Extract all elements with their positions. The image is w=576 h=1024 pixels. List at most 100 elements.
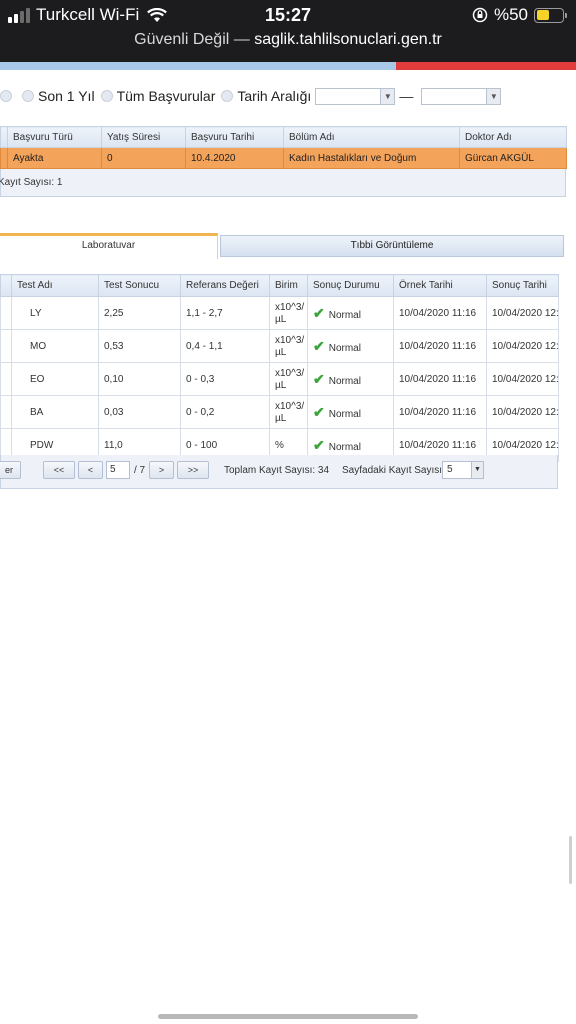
status-text: Normal — [328, 309, 361, 321]
chevron-down-icon: ▼ — [486, 88, 501, 104]
cell-unit: x10^3/ µL — [269, 329, 308, 363]
check-icon: ✔ — [313, 370, 325, 387]
pagination-bar: er << < 5 / 7 > >> Toplam Kayıt Sayısı: … — [0, 455, 558, 489]
cell-application-type: Ayakta — [7, 147, 102, 169]
cell-result-date: 10/04/2020 12: — [486, 329, 559, 363]
header-test-name[interactable]: Test Adı — [11, 274, 99, 297]
header-unit[interactable]: Birim — [269, 274, 308, 297]
per-page-select[interactable]: 5 ▼ — [442, 461, 484, 479]
cell-sample-date: 10/04/2020 11:16 — [393, 329, 487, 363]
header-department[interactable]: Bölüm Adı — [283, 126, 460, 148]
cell-unit: x10^3/ µL — [269, 362, 308, 396]
row-cell-clipped — [0, 395, 12, 429]
cell-result-status: ✔ Normal — [307, 362, 394, 396]
cell-test-result: 2,25 — [98, 296, 181, 330]
header-result-date[interactable]: Sonuç Tarihi — [486, 274, 559, 297]
cell-reference-value: 1,1 - 2,7 — [180, 296, 270, 330]
cell-doctor: Gürcan AKGÜL — [459, 147, 567, 169]
header-result-status[interactable]: Sonuç Durumu — [307, 274, 394, 297]
cell-result-status: ✔ Normal — [307, 296, 394, 330]
table-row[interactable]: LY 2,25 1,1 - 2,7 x10^3/ µL ✔ Normal 10/0… — [0, 296, 559, 330]
total-pages: / 7 — [134, 465, 146, 476]
date-filter-bar: Son 1 Yıl Tüm Başvurular Tarih Aralığı ▼… — [0, 86, 502, 106]
header-red-button[interactable] — [396, 62, 576, 70]
result-tabs: Laboratuvar Tıbbi Görüntüleme — [0, 233, 566, 259]
tab-laboratory[interactable]: Laboratuvar — [0, 233, 218, 259]
orientation-lock-icon — [472, 7, 488, 23]
check-icon: ✔ — [313, 436, 325, 453]
per-page-value: 5 — [447, 464, 453, 475]
radio-all-applications[interactable] — [100, 90, 113, 102]
first-page-button[interactable]: << — [43, 461, 75, 479]
battery-percent: %50 — [493, 5, 528, 24]
check-icon: ✔ — [313, 337, 325, 354]
row-cell-clipped — [0, 329, 12, 363]
radio-date-range[interactable] — [221, 90, 234, 102]
cell-reference-value: 0 - 0,2 — [180, 395, 270, 429]
cell-test-name: MO — [11, 329, 99, 363]
per-page-label: Sayfadaki Kayıt Sayısı — [342, 465, 443, 476]
next-page-button[interactable]: > — [149, 461, 174, 479]
table-row[interactable]: MO 0,53 0,4 - 1,1 x10^3/ µL ✔ Normal 10/0… — [0, 329, 559, 363]
status-text: Normal — [328, 375, 361, 387]
radio-hidden[interactable] — [0, 90, 12, 102]
chevron-down-icon: ▼ — [471, 462, 483, 478]
check-icon: ✔ — [313, 403, 325, 420]
applications-footer: Kayıt Sayısı: 1 — [0, 169, 566, 197]
cell-department: Kadın Hastalıkları ve Doğum — [283, 147, 460, 169]
url-bar[interactable]: Güvenli Değil — saglik.tahlilsonuclari.g… — [0, 31, 576, 49]
table-row[interactable]: BA 0,03 0 - 0,2 x10^3/ µL ✔ Normal 10/04/… — [0, 395, 559, 429]
check-icon: ✔ — [313, 304, 325, 321]
cell-result-date: 10/04/2020 12: — [486, 362, 559, 396]
cell-reference-value: 0 - 0,3 — [180, 362, 270, 396]
header-reference-value[interactable]: Referans Değeri — [180, 274, 270, 297]
header-application-date[interactable]: Başvuru Tarihi — [185, 126, 284, 148]
clipped-left-button[interactable]: er — [0, 461, 21, 479]
lab-results-grid: Test Adı Test Sonucu Referans Değeri Bir… — [0, 274, 559, 462]
start-date-select[interactable]: ▼ — [315, 87, 396, 105]
cell-sample-date: 10/04/2020 11:16 — [393, 362, 487, 396]
cell-application-date: 10.4.2020 — [185, 147, 284, 169]
header-sample-date[interactable]: Örnek Tarihi — [393, 274, 487, 297]
header-stay-duration[interactable]: Yatış Süresi — [101, 126, 186, 148]
cell-test-result: 0,53 — [98, 329, 181, 363]
table-row[interactable]: Ayakta 0 10.4.2020 Kadın Hastalıkları ve… — [0, 147, 567, 169]
radio-label-date-range: Tarih Aralığı — [237, 88, 312, 104]
cell-unit: x10^3/ µL — [269, 296, 308, 330]
cell-reference-value: 0,4 - 1,1 — [180, 329, 270, 363]
status-text: Normal — [328, 408, 361, 420]
cell-result-status: ✔ Normal — [307, 395, 394, 429]
page-number-input[interactable]: 5 — [106, 461, 130, 479]
header-application-type[interactable]: Başvuru Türü — [7, 126, 102, 148]
header-cell-clipped — [0, 274, 12, 297]
record-count: Kayıt Sayısı: 1 — [0, 177, 63, 188]
vertical-scrollbar[interactable] — [569, 836, 572, 884]
header-doctor[interactable]: Doktor Adı — [459, 126, 567, 148]
header-test-result[interactable]: Test Sonucu — [98, 274, 181, 297]
cell-result-status: ✔ Normal — [307, 329, 394, 363]
row-cell-clipped — [0, 147, 8, 169]
cell-test-name: BA — [11, 395, 99, 429]
url-domain: saglik.tahlilsonuclari.gen.tr — [254, 31, 442, 48]
applications-grid: Başvuru Türü Yatış Süresi Başvuru Tarihi… — [0, 126, 567, 197]
table-row[interactable]: EO 0,10 0 - 0,3 x10^3/ µL ✔ Normal 10/04/… — [0, 362, 559, 396]
status-right: %50 — [472, 5, 567, 25]
tab-medical-imaging[interactable]: Tıbbi Görüntüleme — [220, 235, 564, 257]
status-text: Normal — [328, 342, 361, 354]
results-header-row: Test Adı Test Sonucu Referans Değeri Bir… — [0, 274, 559, 297]
status-text: Normal — [328, 441, 361, 453]
cell-test-name: EO — [11, 362, 99, 396]
cell-sample-date: 10/04/2020 11:16 — [393, 395, 487, 429]
cell-unit: x10^3/ µL — [269, 395, 308, 429]
security-warning: Güvenli Değil — — [134, 31, 250, 48]
cell-result-date: 10/04/2020 12: — [486, 395, 559, 429]
row-cell-clipped — [0, 296, 12, 330]
cell-test-name: LY — [11, 296, 99, 330]
prev-page-button[interactable]: < — [78, 461, 103, 479]
last-page-button[interactable]: >> — [177, 461, 209, 479]
home-indicator[interactable] — [158, 1014, 418, 1019]
end-date-select[interactable]: ▼ — [421, 87, 502, 105]
status-bar: Turkcell Wi-Fi 15:27 %50 Güvenli Değil —… — [0, 0, 576, 62]
page-header-band — [0, 62, 576, 70]
radio-last-year[interactable] — [22, 90, 34, 102]
